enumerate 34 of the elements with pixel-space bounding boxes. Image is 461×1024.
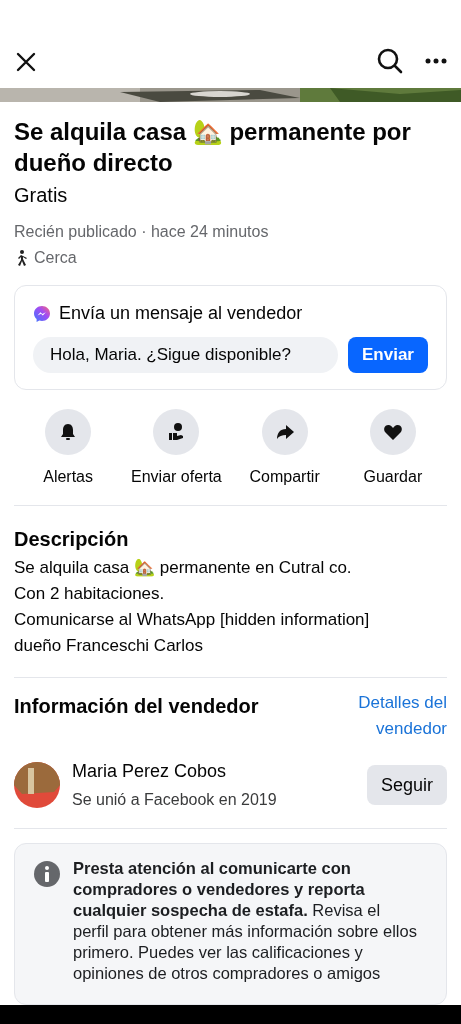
share-arrow-icon [274, 422, 295, 442]
section-heading: Descripción [14, 527, 130, 552]
message-card-title: Envía un mensaje al vendedor [59, 302, 303, 325]
price: Gratis [14, 183, 69, 208]
seller-details-link[interactable]: Detalles del vendedor [337, 690, 447, 742]
action-button[interactable] [153, 409, 200, 455]
heart-icon [382, 422, 403, 442]
action-label[interactable]: Guardar [363, 465, 423, 489]
listing-title: Se alquila casa 🏡 permanente por dueño directo [14, 117, 412, 178]
join-date: Se unió a Facebook en 2019 [72, 790, 278, 810]
safety-notice: Presta atención al comunicarte con compradores o vendedores y reporta cualquier sospecha de estafa. Revisa el perfil para obtener más información sobre ellos primero. Puedes ver las calificaciones y opiniones de otros compradores o amigos [73, 858, 418, 984]
info-icon [33, 860, 61, 888]
message-field[interactable]: Hola, Maria. ¿Sigue disponible? [33, 337, 338, 373]
description-line: Se alquila casa 🏡 permanente en Cutral co. [14, 557, 353, 579]
description-line: dueño Franceschi Carlos [14, 635, 204, 657]
action-label[interactable]: Alertas [43, 465, 93, 489]
follow-button[interactable]: Seguir [366, 765, 447, 805]
description-line: Comunicarse al WhatsApp [hidden information] [14, 609, 371, 631]
messenger-icon [33, 304, 51, 323]
action-label[interactable]: Enviar oferta [131, 465, 222, 489]
description-line: Con 2 habitaciones. [14, 583, 166, 605]
action-button[interactable] [45, 409, 92, 455]
posted-time: Recién publicado · hace 24 minutos [14, 222, 270, 242]
action-button[interactable] [261, 409, 308, 455]
avatar [14, 762, 60, 808]
distance-label: Cerca [34, 248, 77, 268]
close-icon[interactable] [14, 50, 38, 74]
action-button[interactable] [369, 409, 416, 455]
seller-name: Maria Perez Cobos [72, 760, 228, 783]
search-icon[interactable] [377, 48, 403, 74]
more-icon[interactable] [425, 58, 447, 64]
send-button[interactable]: Enviar [348, 337, 428, 373]
section-heading: Información del vendedor [14, 694, 259, 719]
action-label[interactable]: Compartir [249, 465, 320, 489]
